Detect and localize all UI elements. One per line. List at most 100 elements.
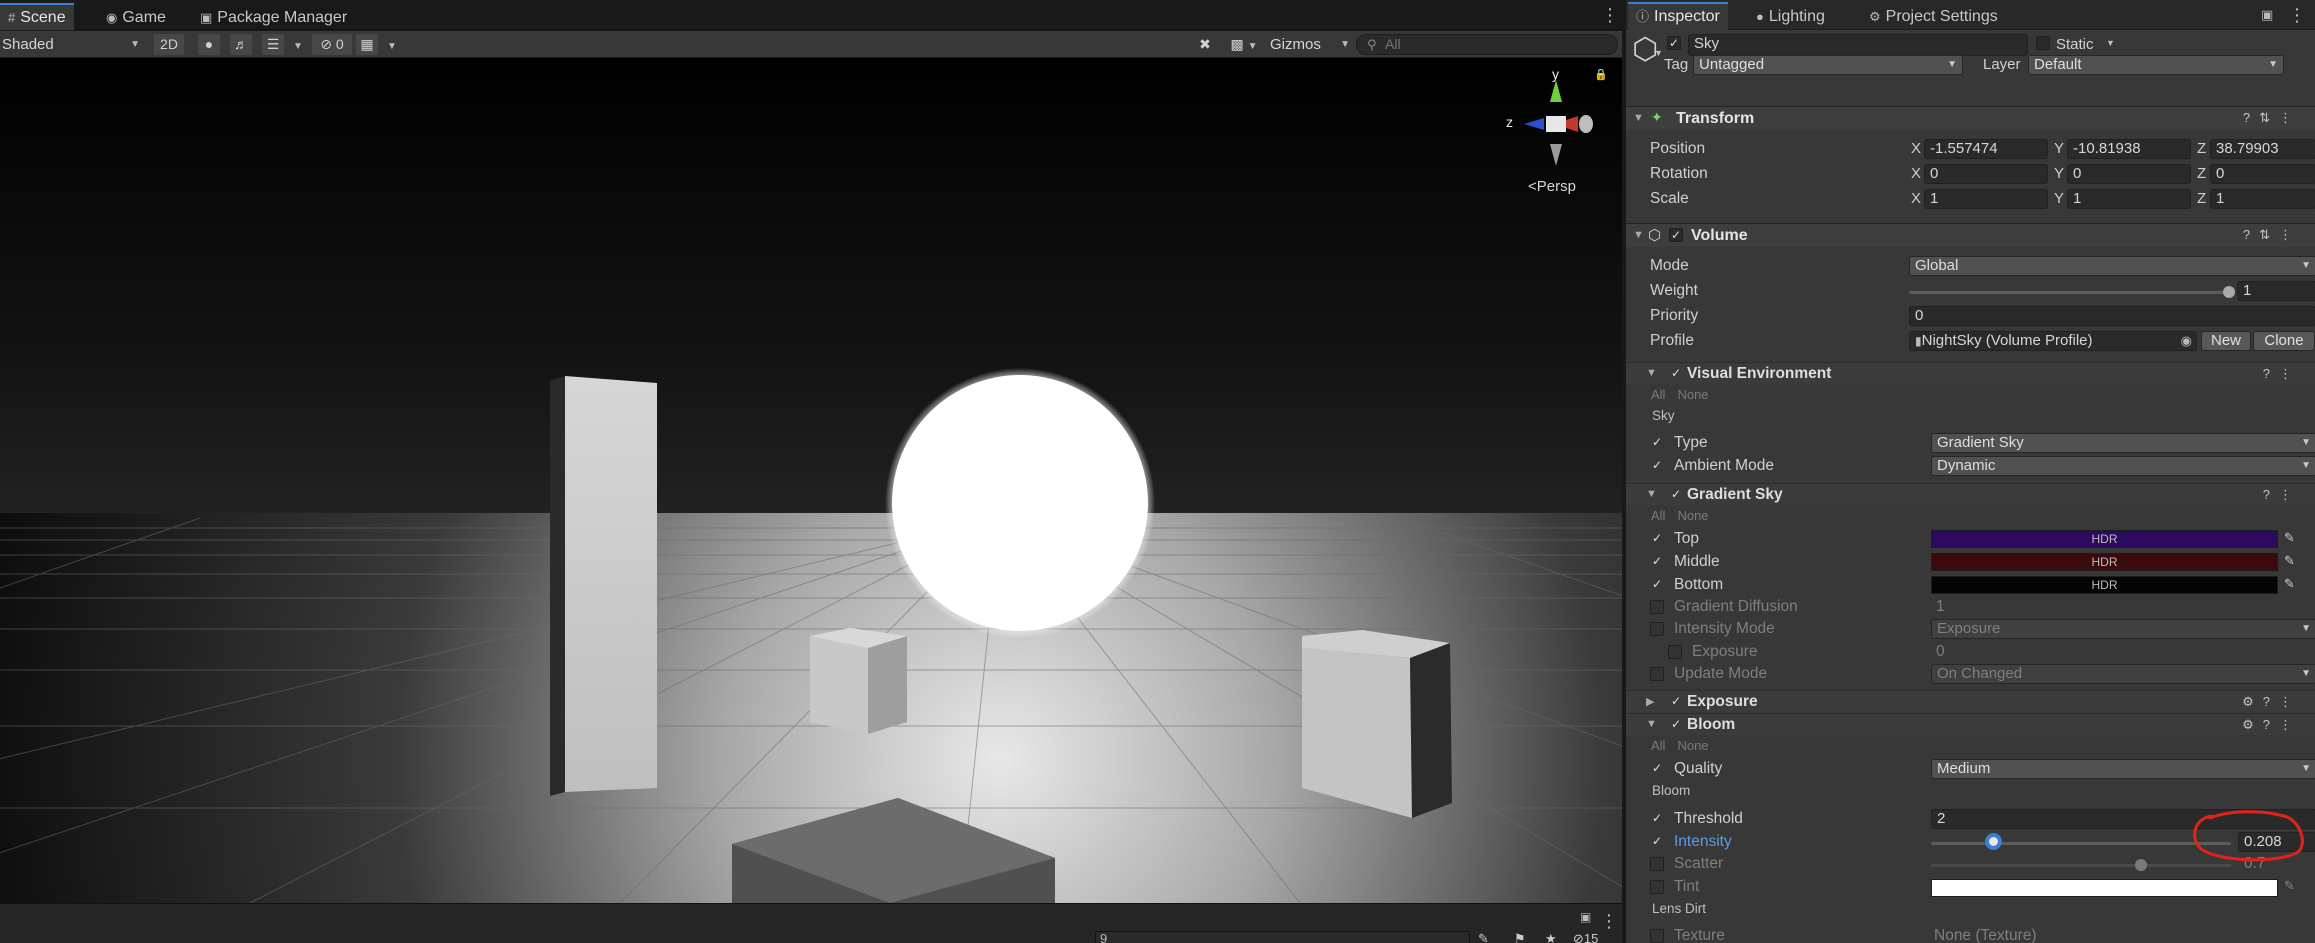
bottom-override-checkbox[interactable]: ✓: [1650, 578, 1664, 592]
priority-input[interactable]: 0: [1909, 306, 2315, 326]
scale-y-input[interactable]: 1: [2067, 189, 2191, 209]
sky-type-dropdown[interactable]: Gradient Sky ▼: [1931, 433, 2315, 453]
tools-icon[interactable]: ✖: [1195, 34, 1215, 55]
tag-icon[interactable]: ⚑: [1514, 931, 1526, 943]
intensity-slider-track[interactable]: [1931, 842, 2231, 845]
transform-header[interactable]: ▼ ✦ Transform ?⇅⋮: [1626, 106, 2315, 130]
chevron-down-icon[interactable]: ▼: [1654, 48, 1663, 58]
exposure-checkbox[interactable]: ✓: [1669, 695, 1683, 709]
tab-game[interactable]: ◉ Game: [98, 5, 174, 30]
volume-header[interactable]: ▼ ⬡ ✓ Volume ?⇅⋮: [1626, 223, 2315, 247]
quality-dropdown[interactable]: Medium ▼: [1931, 759, 2315, 779]
eyedropper-icon[interactable]: ✎: [2284, 530, 2295, 546]
eyedropper-icon[interactable]: ✎: [2284, 878, 2295, 894]
eyedropper-icon[interactable]: ✎: [2284, 576, 2295, 592]
gizmos-dropdown[interactable]: Gizmos ▼: [1270, 33, 1352, 56]
scene-search-input[interactable]: ⚲ All: [1356, 34, 1618, 55]
gradient-sky-checkbox[interactable]: ✓: [1669, 488, 1683, 502]
exposure-header[interactable]: ▶ ✓ Exposure ⚙?⋮: [1626, 690, 2315, 712]
tab-lighting[interactable]: ● Lighting: [1748, 4, 1833, 29]
weight-slider-track[interactable]: [1909, 291, 2229, 294]
exposure-override-checkbox[interactable]: [1668, 645, 1682, 659]
ambient-mode-override-checkbox[interactable]: ✓: [1650, 459, 1664, 473]
lock-icon[interactable]: ▣: [2261, 7, 2273, 23]
projection-label[interactable]: <Persp: [1528, 178, 1576, 195]
eyedropper-icon[interactable]: ✎: [2284, 553, 2295, 569]
weight-slider-knob[interactable]: [2223, 286, 2235, 298]
grid-dropdown-icon[interactable]: ▼: [384, 34, 400, 55]
tag-dropdown[interactable]: Untagged ▼: [1693, 55, 1963, 75]
all-none-toggles[interactable]: All None: [1651, 387, 1721, 403]
hierarchy-search-input[interactable]: 9: [1095, 931, 1470, 943]
scene-viewport[interactable]: y z <Persp 🔒: [0, 58, 1622, 903]
intensity-override-checkbox[interactable]: ✓: [1650, 835, 1664, 849]
middle-color-field[interactable]: HDR: [1931, 553, 2278, 571]
threshold-override-checkbox[interactable]: ✓: [1650, 812, 1664, 826]
tab-scene[interactable]: # Scene: [0, 3, 74, 30]
star-icon[interactable]: ★: [1545, 931, 1557, 943]
ambient-mode-dropdown[interactable]: Dynamic ▼: [1931, 456, 2315, 476]
texture-override-checkbox[interactable]: [1650, 929, 1664, 943]
draw-mode-dropdown[interactable]: Shaded ▼: [2, 33, 144, 56]
update-mode-override-checkbox[interactable]: [1650, 667, 1664, 681]
component-icons[interactable]: ?⇅⋮: [2243, 227, 2301, 243]
intensity-mode-dropdown[interactable]: Exposure ▼: [1931, 619, 2315, 639]
static-checkbox[interactable]: [2036, 36, 2050, 50]
component-icons[interactable]: ⚙?⋮: [2242, 694, 2301, 710]
tab-package-manager[interactable]: ▣ Package Manager: [192, 5, 355, 30]
intensity-input[interactable]: 0.208: [2238, 832, 2315, 852]
volume-enabled-checkbox[interactable]: ✓: [1669, 228, 1683, 242]
orientation-gizmo[interactable]: y z <Persp: [1502, 66, 1602, 206]
component-icons[interactable]: ?⋮: [2263, 366, 2301, 382]
tab-project-settings[interactable]: ⚙ Project Settings: [1861, 4, 2006, 29]
threshold-input[interactable]: 2: [1931, 809, 2315, 829]
intensity-mode-override-checkbox[interactable]: [1650, 622, 1664, 636]
grid-toggle-icon[interactable]: ▦: [356, 34, 378, 55]
all-none-toggles[interactable]: All None: [1651, 738, 1721, 754]
weight-input[interactable]: 1: [2237, 281, 2315, 301]
scale-z-input[interactable]: 1: [2210, 189, 2315, 209]
visual-environment-header[interactable]: ▼ ✓ Visual Environment ?⋮: [1626, 362, 2315, 384]
volume-mode-dropdown[interactable]: Global ▼: [1909, 256, 2315, 276]
rotation-y-input[interactable]: 0: [2067, 164, 2191, 184]
diffusion-override-checkbox[interactable]: [1650, 600, 1664, 614]
toggle-2d-button[interactable]: 2D: [154, 34, 184, 55]
object-picker-icon[interactable]: ◉: [2181, 332, 2192, 350]
bloom-checkbox[interactable]: ✓: [1669, 718, 1683, 732]
gradient-sky-header[interactable]: ▼ ✓ Gradient Sky ?⋮: [1626, 483, 2315, 505]
scatter-slider-knob[interactable]: [2135, 859, 2147, 871]
camera-dropdown-icon[interactable]: ▩ ▼: [1226, 34, 1262, 55]
rotation-z-input[interactable]: 0: [2210, 164, 2315, 184]
quality-override-checkbox[interactable]: ✓: [1650, 762, 1664, 776]
all-none-toggles[interactable]: All None: [1651, 508, 1721, 524]
profile-object-field[interactable]: ▮NightSky (Volume Profile) ◉: [1909, 331, 2197, 351]
component-icons[interactable]: ⚙?⋮: [2242, 717, 2301, 733]
bloom-header[interactable]: ▼ ✓ Bloom ⚙?⋮: [1626, 713, 2315, 735]
rotation-x-input[interactable]: 0: [1924, 164, 2048, 184]
new-profile-button[interactable]: New: [2201, 331, 2251, 351]
layer-dropdown[interactable]: Default ▼: [2028, 55, 2284, 75]
tint-override-checkbox[interactable]: [1650, 880, 1664, 894]
object-active-checkbox[interactable]: ✓: [1667, 36, 1681, 50]
component-icons[interactable]: ?⇅⋮: [2243, 110, 2301, 126]
visual-environment-checkbox[interactable]: ✓: [1669, 367, 1683, 381]
position-z-input[interactable]: 38.79903: [2210, 139, 2315, 159]
intensity-slider-knob[interactable]: [1984, 833, 2002, 850]
component-icons[interactable]: ?⋮: [2263, 487, 2301, 503]
layer-visibility-icon[interactable]: ⊘15: [1573, 931, 1598, 943]
scatter-override-checkbox[interactable]: [1650, 857, 1664, 871]
scatter-slider-track[interactable]: [1931, 864, 2231, 867]
update-mode-dropdown[interactable]: On Changed ▼: [1931, 664, 2315, 684]
lighting-toggle-icon[interactable]: ●: [198, 34, 220, 55]
hidden-objects-button[interactable]: ⊘ 0: [312, 34, 352, 55]
sky-type-override-checkbox[interactable]: ✓: [1650, 436, 1664, 450]
position-y-input[interactable]: -10.81938: [2067, 139, 2191, 159]
effects-dropdown-icon[interactable]: ▼: [290, 34, 306, 55]
chevron-down-icon[interactable]: ▼: [2106, 38, 2115, 48]
clone-profile-button[interactable]: Clone: [2253, 331, 2315, 351]
overlay-menu-icon[interactable]: ⋮: [1600, 912, 1618, 930]
effects-toggle-icon[interactable]: ☰: [262, 34, 284, 55]
object-name-input[interactable]: Sky: [1688, 34, 2028, 56]
middle-override-checkbox[interactable]: ✓: [1650, 555, 1664, 569]
tab-inspector[interactable]: ⓘ Inspector: [1628, 2, 1728, 30]
